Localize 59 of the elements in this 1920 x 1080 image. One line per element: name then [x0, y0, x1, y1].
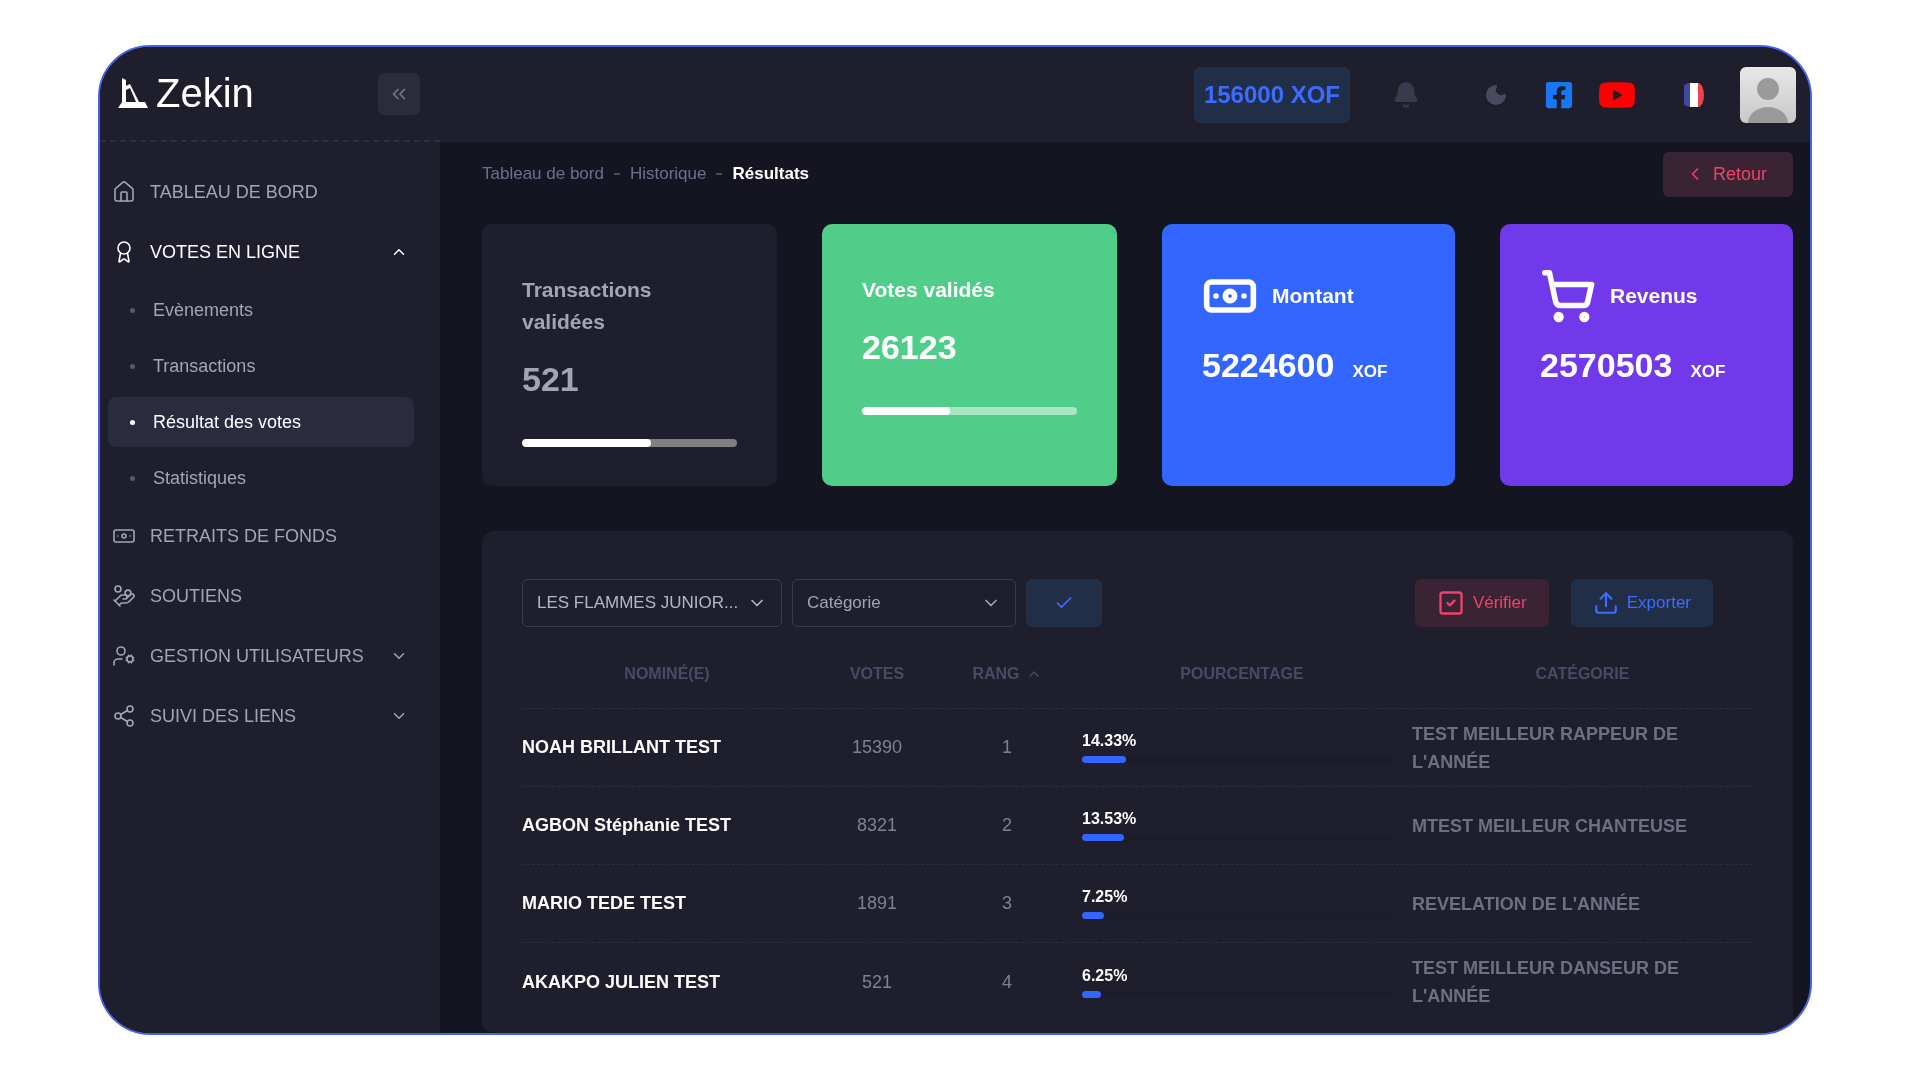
stat-value: 2570503: [1540, 346, 1673, 385]
nominee-name: AKAKPO JULIEN TEST: [522, 971, 722, 993]
category-cell-text: REVELATION DE L'ANNÉE: [1412, 892, 1641, 916]
stat-title: Revenus: [1610, 284, 1698, 308]
stat-title: Montant: [1272, 284, 1354, 308]
nominee-name: AGBON Stéphanie TEST: [522, 815, 733, 836]
verify-button[interactable]: Vérifier: [1414, 579, 1549, 627]
share-icon: [112, 704, 136, 728]
rank-cell-text: 1: [1001, 737, 1013, 758]
rank-cell-text: 4: [1001, 971, 1013, 993]
votes-cell-text: 8321: [855, 815, 898, 836]
brand-name: Zekin: [156, 71, 254, 116]
cart-icon: [1540, 268, 1596, 324]
votes-cell-text: 521: [860, 971, 893, 993]
upload-icon: [1592, 590, 1619, 616]
checkbox-icon: [1436, 589, 1465, 617]
rank-cell-text: 3: [1001, 893, 1013, 914]
nominee-name: MARIO TEDE TEST: [522, 893, 687, 914]
percentage-text: 14.33%: [1082, 732, 1138, 750]
nav-item[interactable]: GESTION UTILISATEURS: [108, 626, 414, 686]
stat-title: Votes validés: [862, 277, 996, 303]
rank-cell-text: 2: [1001, 815, 1013, 836]
back-button[interactable]: Retour: [1662, 151, 1793, 197]
nav-item[interactable]: SOUTIENS: [108, 566, 414, 626]
breadcrumb-link[interactable]: Résultats: [732, 164, 809, 184]
category-cell-text: MTEST MEILLEUR CHANTEUSE: [1412, 814, 1688, 838]
breadcrumb-link[interactable]: Historique: [629, 164, 707, 184]
votes-cell-text: 1891: [855, 893, 898, 914]
stat-value: 5224600: [1202, 346, 1335, 385]
flag-icon[interactable]: [1684, 82, 1704, 107]
hand-coins-icon: [112, 584, 136, 608]
user-gear-icon: [112, 644, 136, 668]
nav-subitem[interactable]: Statistiques: [108, 453, 414, 503]
balance-badge: 156000 XOF: [1193, 66, 1350, 123]
category-select[interactable]: Catégorie: [792, 579, 1016, 627]
percentage-text: 13.53%: [1082, 810, 1138, 828]
category-cell-text: TEST MEILLEUR DANSEUR DE L'ANNÉE: [1412, 957, 1680, 1008]
percentage-text: 7.25%: [1082, 888, 1129, 906]
nav-subitem[interactable]: Transactions: [108, 341, 414, 391]
avatar[interactable]: [1740, 66, 1796, 123]
stat-value: 521: [522, 360, 580, 399]
percentage-text: 6.25%: [1082, 966, 1129, 985]
nav-item[interactable]: VOTES EN LIGNE: [108, 222, 414, 282]
collapse-sidebar-button[interactable]: [378, 72, 420, 115]
nav-subitem[interactable]: Résultat des votes: [108, 397, 414, 447]
currency-unit: XOF: [1352, 362, 1388, 382]
stat-value: 26123: [862, 328, 958, 367]
category-cell-text: TEST MEILLEUR RAPPEUR DE L'ANNÉE: [1412, 722, 1680, 774]
nominee-name: NOAH BRILLANT TEST: [522, 737, 722, 758]
breadcrumb-link[interactable]: Tableau de bord: [482, 164, 604, 184]
event-select[interactable]: LES FLAMMES JUNIOR...: [522, 579, 782, 627]
nav-item[interactable]: RETRAITS DE FONDS: [108, 506, 414, 566]
votes-cell-text: 15390: [850, 737, 904, 758]
nav-item[interactable]: TABLEAU DE BORD: [108, 162, 414, 222]
home-icon: [112, 180, 136, 204]
nav-subitem[interactable]: Evènements: [108, 285, 414, 335]
nav-item[interactable]: SUIVI DES LIENS: [108, 686, 414, 746]
currency-unit: XOF: [1690, 362, 1726, 382]
stat-title: Transactions validées: [522, 277, 653, 335]
